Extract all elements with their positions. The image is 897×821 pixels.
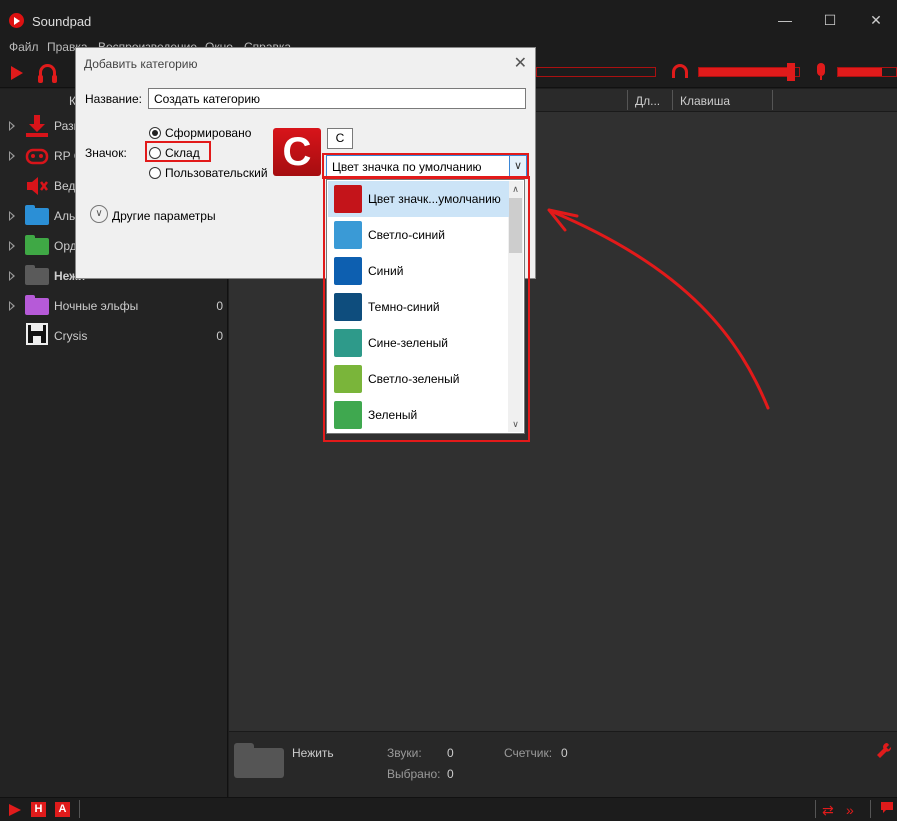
- column-separator[interactable]: [672, 90, 673, 110]
- name-label: Название:: [85, 92, 142, 106]
- expand-arrow-icon[interactable]: [9, 121, 15, 131]
- app-title: Soundpad: [32, 14, 92, 29]
- maximize-button[interactable]: ☐: [815, 10, 845, 30]
- info-counter-value: 0: [561, 746, 568, 760]
- gamepad-icon: [25, 145, 49, 165]
- category-count: 0: [216, 299, 223, 313]
- title-bar: Soundpad — ☐ ✕: [0, 0, 897, 38]
- sidebar-category-item[interactable]: Ночные эльфы 0: [0, 291, 228, 321]
- category-icon-preview: C: [273, 128, 321, 176]
- expand-arrow-icon[interactable]: [9, 271, 15, 281]
- repeat-icon[interactable]: ⇄: [822, 802, 834, 819]
- volume-headphones-icon[interactable]: [672, 64, 688, 78]
- expand-arrow-icon[interactable]: [9, 241, 15, 251]
- category-label: Crysis: [54, 329, 88, 343]
- download-icon: [25, 115, 49, 137]
- info-sounds-label: Звуки:: [387, 746, 422, 760]
- radio-generated[interactable]: [149, 127, 161, 139]
- close-button[interactable]: ✕: [861, 10, 891, 30]
- radio-custom[interactable]: [149, 167, 161, 179]
- radio-generated-label[interactable]: Сформировано: [165, 126, 251, 140]
- floppy-icon: [25, 323, 49, 345]
- expand-arrow-icon[interactable]: [9, 211, 15, 221]
- expand-chevron-icon[interactable]: ∨: [90, 205, 108, 223]
- headphones-icon[interactable]: [38, 64, 57, 83]
- category-count: 0: [216, 329, 223, 343]
- column-separator[interactable]: [627, 90, 628, 110]
- column-separator[interactable]: [772, 90, 773, 110]
- wrench-icon[interactable]: [876, 742, 892, 760]
- volume-slider-fill: [699, 68, 791, 76]
- soundpad-logo-icon: [9, 13, 24, 28]
- info-counter-label: Счетчик:: [504, 746, 553, 760]
- folder-icon: [25, 265, 49, 285]
- play-icon[interactable]: [11, 66, 23, 80]
- microphone-icon[interactable]: [817, 63, 825, 80]
- status-play-icon[interactable]: [9, 804, 21, 816]
- icon-letter-input[interactable]: C: [327, 128, 353, 149]
- sidebar-category-item[interactable]: Crysis 0: [0, 321, 228, 351]
- column-header-hotkey[interactable]: Клавиша: [680, 94, 730, 108]
- folder-icon: [25, 235, 49, 255]
- icon-label: Значок:: [85, 146, 127, 160]
- dialog-title: Добавить категорию: [84, 57, 198, 71]
- annotation-highlight-box: [145, 141, 211, 162]
- status-bar: [0, 797, 897, 821]
- column-header-duration[interactable]: Дл...: [635, 94, 660, 108]
- annotation-dropdown-outline: [323, 176, 530, 442]
- fast-forward-icon[interactable]: »: [846, 802, 854, 818]
- category-name-input[interactable]: [148, 88, 526, 109]
- radio-custom-label[interactable]: Пользовательский: [165, 166, 268, 180]
- status-separator: [815, 800, 816, 818]
- minimize-button[interactable]: —: [770, 10, 800, 30]
- category-info-panel: [229, 731, 897, 797]
- expand-arrow-icon[interactable]: [9, 151, 15, 161]
- seek-bar[interactable]: [536, 67, 656, 77]
- chat-icon[interactable]: [880, 801, 894, 818]
- folder-icon: [25, 295, 49, 315]
- menu-file[interactable]: Файл: [9, 40, 39, 54]
- microphone-slider[interactable]: [837, 67, 897, 77]
- category-label: Аль: [54, 209, 76, 223]
- expand-arrow-icon[interactable]: [9, 301, 15, 311]
- status-separator: [79, 800, 80, 818]
- info-selected-label: Выбрано:: [387, 767, 441, 781]
- microphone-slider-fill: [838, 68, 882, 76]
- status-a-button[interactable]: A: [55, 802, 70, 817]
- status-h-button[interactable]: H: [31, 802, 46, 817]
- category-label: Орд: [54, 239, 77, 253]
- info-selected-value: 0: [447, 767, 454, 781]
- volume-slider[interactable]: [698, 63, 800, 81]
- category-folder-icon: [234, 743, 284, 778]
- folder-icon: [25, 205, 49, 225]
- info-sounds-value: 0: [447, 746, 454, 760]
- more-options-toggle[interactable]: Другие параметры: [112, 209, 216, 223]
- info-category-name: Нежить: [292, 746, 334, 760]
- category-label: Ночные эльфы: [54, 299, 139, 313]
- volume-slider-handle[interactable]: [787, 63, 795, 81]
- dialog-close-button[interactable]: ✕: [514, 53, 527, 73]
- status-separator: [870, 800, 871, 818]
- speaker-icon: [25, 175, 49, 195]
